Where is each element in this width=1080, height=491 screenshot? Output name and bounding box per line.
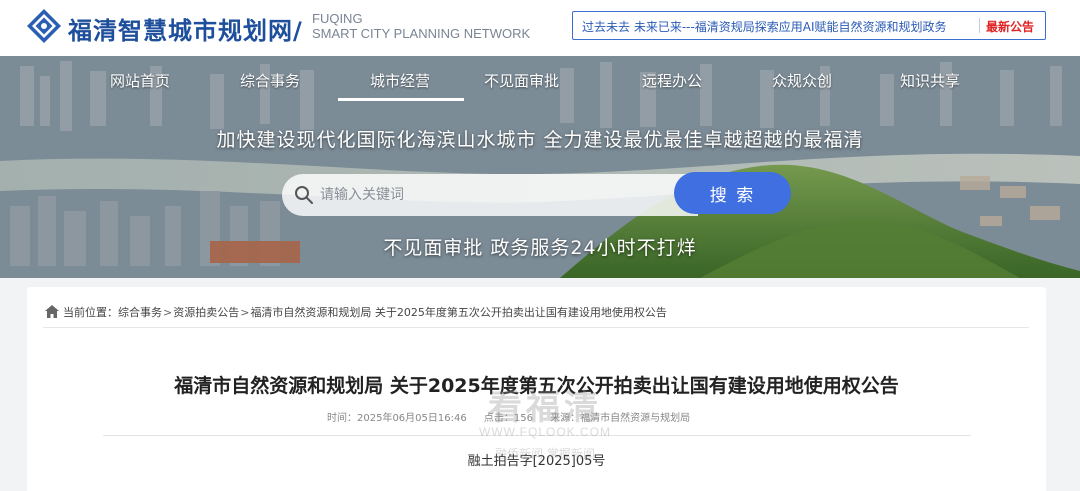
nav-item-remote-office[interactable]: 远程办公 <box>642 70 702 91</box>
article-source: 来源：福清市自然资源与规划局 <box>550 413 691 424</box>
search-bar <box>282 174 698 216</box>
site-subtitle-en-line2: SMART CITY PLANNING NETWORK <box>312 26 531 41</box>
ticker-text[interactable]: 过去未去 未来已来---福清资规局探索应用AI赋能自然资源和规划政务 <box>582 18 982 35</box>
nav-item-home[interactable]: 网站首页 <box>110 70 170 91</box>
logo-icon[interactable] <box>26 8 62 44</box>
hero-banner: 网站首页 综合事务 城市经营 不见面审批 远程办公 众规众创 知识共享 加快建设… <box>0 56 1080 278</box>
article-time: 时间：2025年06月05日16:46 <box>327 413 467 424</box>
nav-active-indicator <box>338 98 464 101</box>
banner-slogan-bottom: 不见面审批 政务服务24小时不打烊 <box>383 237 697 259</box>
search-icon <box>295 186 313 204</box>
search-input[interactable] <box>320 185 640 205</box>
article-meta: 时间：2025年06月05日16:46 点击：156 来源：福清市自然资源与规划… <box>327 409 704 424</box>
nav-item-general-affairs[interactable]: 综合事务 <box>240 70 300 91</box>
breadcrumb-prefix: 当前位置： <box>63 306 118 319</box>
main-nav: 网站首页 综合事务 城市经营 不见面审批 远程办公 众规众创 知识共享 <box>88 62 988 102</box>
site-subtitle-en: FUQING SMART CITY PLANNING NETWORK <box>312 11 530 41</box>
breadcrumb-item-auction-notice[interactable]: 资源拍卖公告 <box>173 306 239 319</box>
article-title: 福清市自然资源和规划局 关于2025年度第五次公开拍卖出让国有建设用地使用权公告 <box>174 375 899 397</box>
breadcrumb-item-current: 福清市自然资源和规划局 关于2025年度第五次公开拍卖出让国有建设用地使用权公告 <box>250 306 667 319</box>
nav-item-knowledge-sharing[interactable]: 知识共享 <box>900 70 960 91</box>
article-card: 当前位置：综合事务>资源拍卖公告>福清市自然资源和规划局 关于2025年度第五次… <box>27 287 1046 491</box>
breadcrumb-separator: > <box>163 306 173 319</box>
site-header: 福清智慧城市规划网/ FUQING SMART CITY PLANNING NE… <box>0 0 1080 56</box>
article-views: 点击：156 <box>483 413 533 424</box>
article-divider <box>103 435 971 436</box>
latest-notice-badge[interactable]: 最新公告 <box>986 18 1034 35</box>
breadcrumb-item-general-affairs[interactable]: 综合事务 <box>118 306 162 319</box>
site-title[interactable]: 福清智慧城市规划网/ <box>68 11 303 46</box>
site-subtitle-en-line1: FUQING <box>312 11 363 26</box>
breadcrumb-separator: > <box>240 306 250 319</box>
nav-item-remote-approval[interactable]: 不见面审批 <box>484 70 559 91</box>
banner-slogan-top: 加快建设现代化国际化海滨山水城市 全力建设最优最佳卓越超越的最福清 <box>216 129 864 151</box>
nav-item-crowd-planning[interactable]: 众规众创 <box>772 70 832 91</box>
ticker-divider <box>979 18 980 33</box>
search-button[interactable]: 搜 索 <box>674 172 791 214</box>
breadcrumb-divider <box>43 327 1029 328</box>
announcement-ticker[interactable]: 过去未去 未来已来---福清资规局探索应用AI赋能自然资源和规划政务 最新公告 <box>572 11 1046 40</box>
home-icon <box>45 305 59 318</box>
nav-item-city-operation[interactable]: 城市经营 <box>370 70 430 91</box>
document-number: 融土拍告字[2025]05号 <box>467 454 606 469</box>
